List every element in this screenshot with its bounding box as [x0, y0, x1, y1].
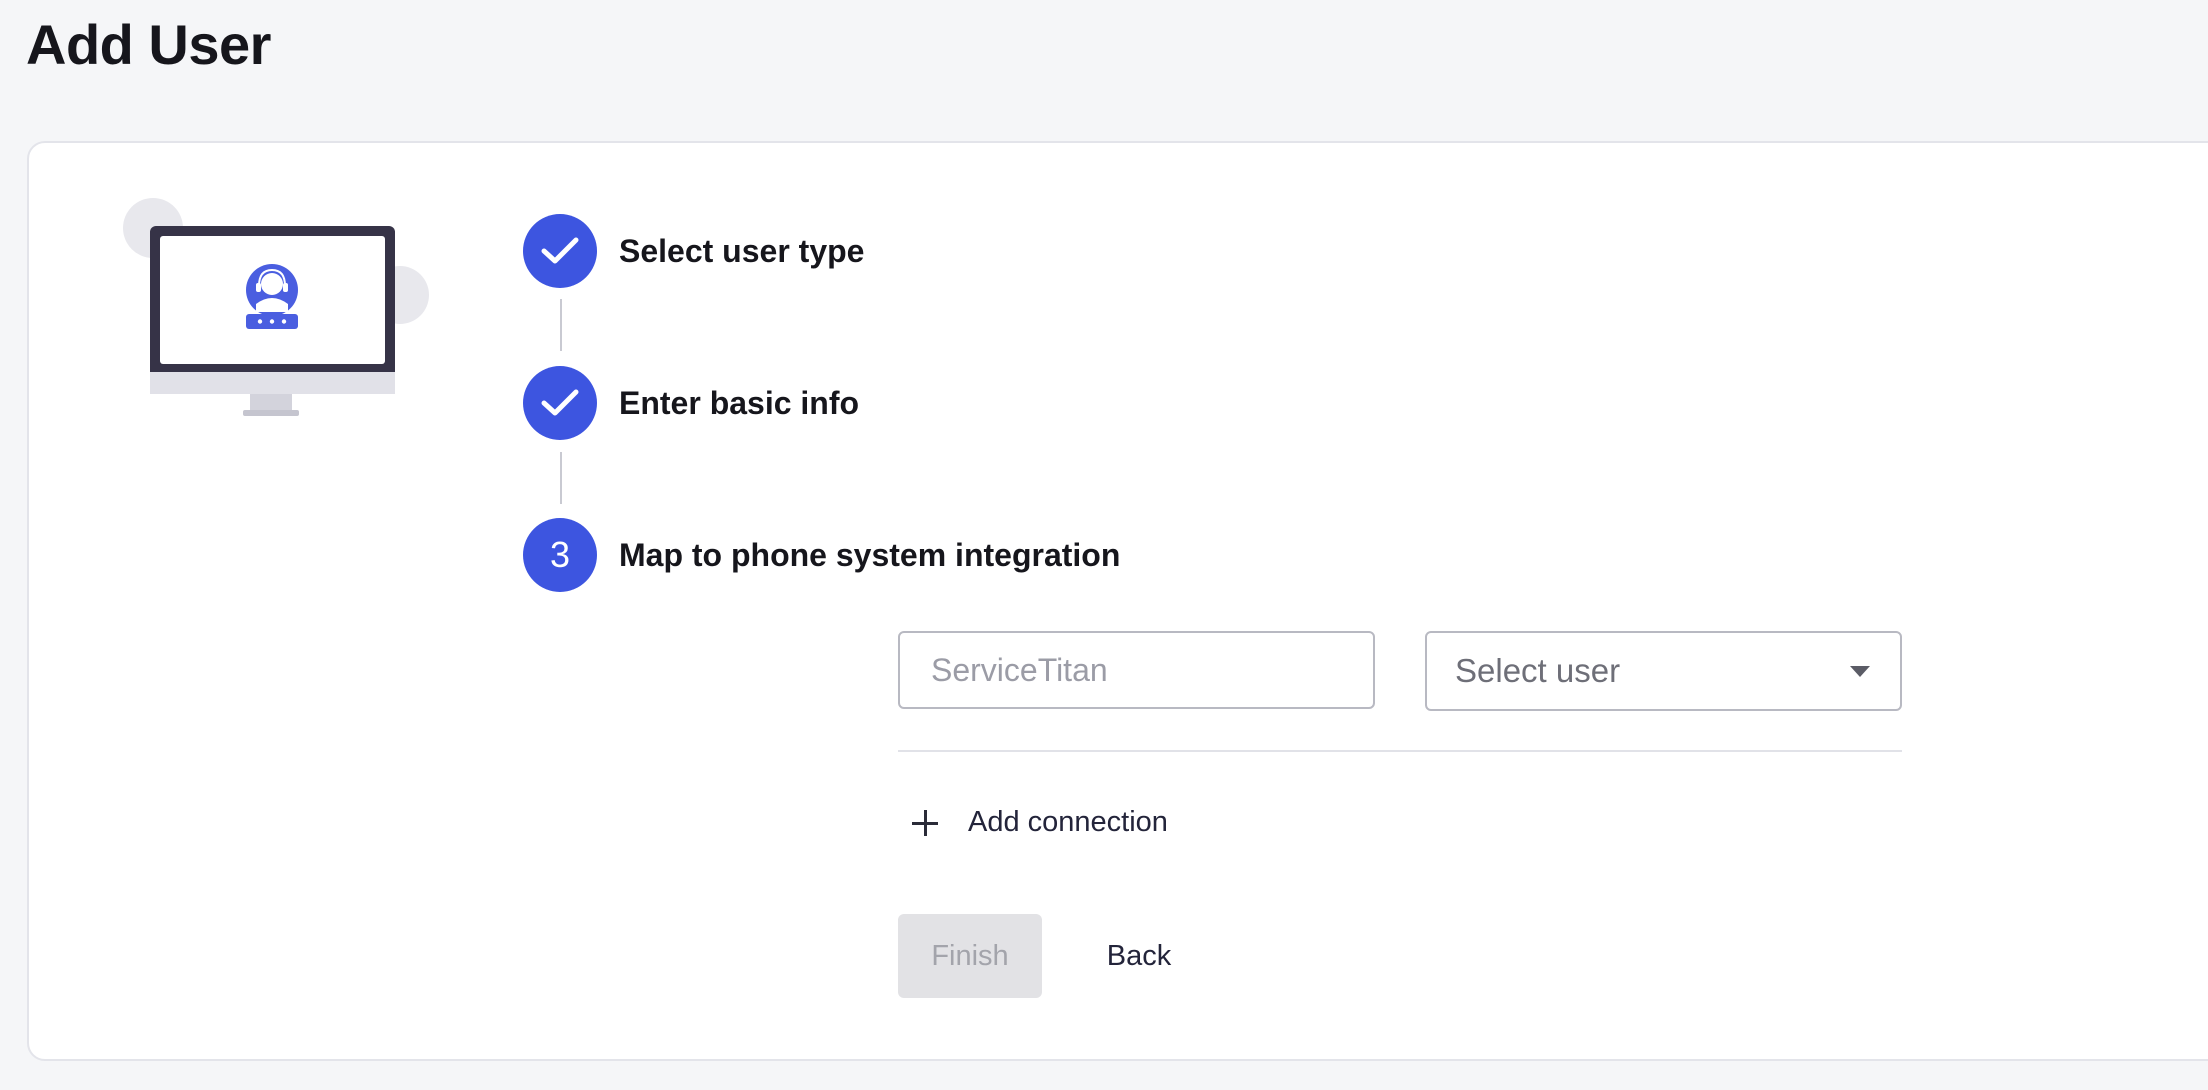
dots-bar-icon — [246, 314, 298, 329]
integration-input[interactable] — [898, 631, 1375, 709]
monitor-chin — [150, 372, 395, 394]
step-label: Map to phone system integration — [619, 536, 1121, 573]
page-title: Add User — [26, 13, 271, 76]
back-button[interactable]: Back — [1080, 914, 1198, 998]
step-complete-indicator — [523, 214, 597, 288]
step-select-user-type: Select user type — [523, 214, 864, 288]
select-user-dropdown[interactable]: Select user — [1425, 631, 1902, 711]
section-divider — [898, 750, 1902, 752]
step-connector — [560, 299, 562, 351]
plus-icon — [910, 808, 940, 838]
chevron-down-icon — [1850, 665, 1870, 677]
monitor-agent-illustration — [123, 198, 429, 416]
step-enter-basic-info: Enter basic info — [523, 366, 859, 440]
add-connection-button[interactable]: Add connection — [910, 806, 1168, 839]
check-icon — [541, 237, 579, 264]
headset-agent-icon — [246, 264, 298, 316]
step-label: Enter basic info — [619, 384, 860, 421]
step-label: Select user type — [619, 232, 865, 269]
step-connector — [560, 452, 562, 504]
finish-button[interactable]: Finish — [898, 914, 1042, 998]
check-icon — [541, 389, 579, 416]
add-connection-label: Add connection — [968, 806, 1168, 838]
monitor-base — [243, 410, 299, 416]
step-map-phone-system: 3 Map to phone system integration — [523, 518, 1120, 592]
step-complete-indicator — [523, 366, 597, 440]
select-user-value: Select user — [1455, 652, 1621, 689]
step-number-indicator: 3 — [523, 518, 597, 592]
